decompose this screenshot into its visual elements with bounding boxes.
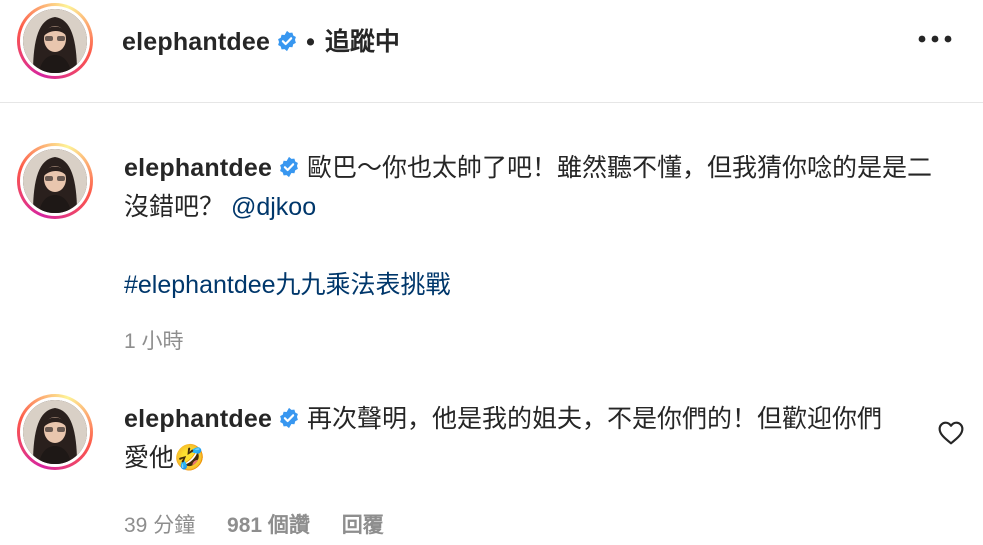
- verified-badge-icon: [278, 30, 296, 52]
- comment-timestamp[interactable]: 39 分鐘: [124, 514, 195, 537]
- verified-badge-icon: [280, 156, 298, 178]
- more-horizontal-icon[interactable]: [917, 32, 953, 46]
- profile-photo: [23, 149, 87, 213]
- profile-photo: [23, 400, 87, 464]
- rofl-emoji: 🤣: [174, 444, 206, 472]
- mention-link[interactable]: @djkoo: [231, 193, 316, 221]
- profile-photo: [23, 9, 87, 73]
- avatar[interactable]: [17, 3, 93, 79]
- following-button[interactable]: 追蹤中: [325, 28, 400, 56]
- comment-likes[interactable]: 981 個讚: [227, 514, 310, 537]
- post-header: elephantdee • 追蹤中: [0, 0, 983, 103]
- caption-body: elephantdee 歐巴～你也太帥了吧！雖然聽不懂，但我猜你唸的是是二沒錯吧…: [124, 149, 934, 305]
- comment-meta: 39 分鐘 981 個讚 回覆: [124, 509, 410, 539]
- header-user-line: elephantdee • 追蹤中: [122, 22, 400, 58]
- comment-username[interactable]: elephantdee: [124, 405, 272, 433]
- avatar[interactable]: [17, 143, 93, 219]
- reply-button[interactable]: 回覆: [342, 514, 384, 537]
- comment-body: elephantdee 再次聲明，他是我的姐夫，不是你們的！但歡迎你們愛他🤣: [124, 400, 899, 478]
- avatar[interactable]: [17, 394, 93, 470]
- caption: elephantdee 歐巴～你也太帥了吧！雖然聽不懂，但我猜你唸的是是二沒錯吧…: [0, 143, 983, 363]
- caption-meta: 1 小時: [124, 325, 210, 355]
- header-username[interactable]: elephantdee: [122, 28, 270, 56]
- verified-badge-icon: [280, 407, 298, 429]
- heart-outline-icon[interactable]: [938, 421, 964, 445]
- separator-dot: •: [306, 28, 315, 56]
- hashtag-link[interactable]: #elephantdee九九乘法表挑戰: [124, 271, 451, 299]
- caption-timestamp[interactable]: 1 小時: [124, 330, 184, 353]
- caption-username[interactable]: elephantdee: [124, 154, 272, 182]
- comment: elephantdee 再次聲明，他是我的姐夫，不是你們的！但歡迎你們愛他🤣 3…: [0, 394, 983, 545]
